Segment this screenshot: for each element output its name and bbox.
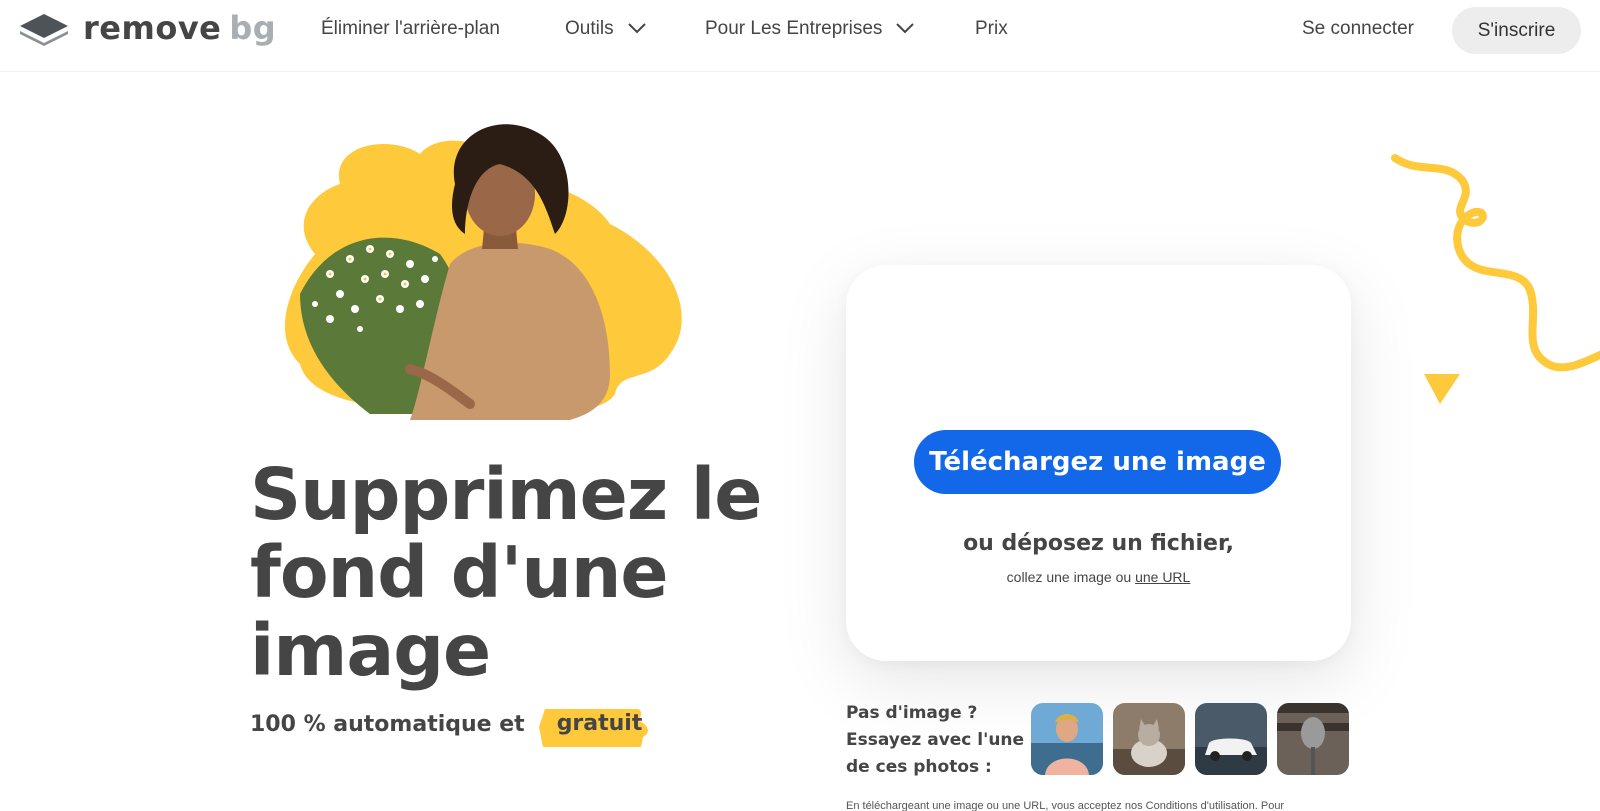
upload-card[interactable]: Téléchargez une image ou déposez un fich… xyxy=(846,265,1351,661)
logo-word-remove: remove xyxy=(83,9,222,47)
terms-text: En téléchargeant une image ou une URL, v… xyxy=(846,800,1285,811)
login-link[interactable]: Se connecter xyxy=(1302,18,1414,40)
chevron-down-icon xyxy=(896,18,915,40)
nav-pricing[interactable]: Prix xyxy=(975,18,1008,40)
free-badge: gratuit xyxy=(538,707,661,747)
sample-thumb-cat[interactable] xyxy=(1113,703,1185,775)
sample-thumb-car[interactable] xyxy=(1195,703,1267,775)
logo[interactable]: remove bg xyxy=(19,9,276,48)
url-link[interactable]: une URL xyxy=(1135,569,1190,585)
chevron-down-icon xyxy=(627,18,646,40)
nav-label: Prix xyxy=(975,18,1008,39)
paste-hint: collez une image ou une URL xyxy=(846,569,1351,585)
nav-tools[interactable]: Outils xyxy=(565,18,646,40)
upload-image-button[interactable]: Téléchargez une image xyxy=(914,430,1281,494)
nav-label: Éliminer l'arrière-plan xyxy=(321,18,500,39)
nav-label: Pour Les Entreprises xyxy=(705,18,883,39)
subline-prefix: 100 % automatique et xyxy=(250,712,525,737)
sample-thumb-person[interactable] xyxy=(1031,703,1103,775)
drop-file-text: ou déposez un fichier, xyxy=(963,531,1234,556)
hero-illustration xyxy=(270,114,700,420)
free-label: gratuit xyxy=(556,711,643,736)
squiggle-decoration xyxy=(1390,150,1600,385)
top-nav-bar: remove bg Éliminer l'arrière-plan Outils … xyxy=(0,0,1600,72)
sample-prompt: Pas d'image ? Essayez avec l'une de ces … xyxy=(846,703,1025,777)
nav-label: Outils xyxy=(565,18,614,39)
logo-text: remove bg xyxy=(83,9,276,47)
hero-subline: 100 % automatique et gratuit xyxy=(250,707,661,747)
hero-headline: Supprimez le fond d'une image xyxy=(250,453,762,692)
sample-thumb-microphone[interactable] xyxy=(1277,703,1349,775)
nav-remove-background[interactable]: Éliminer l'arrière-plan xyxy=(321,18,500,40)
signup-button[interactable]: S'inscrire xyxy=(1452,7,1581,54)
layers-logo-icon xyxy=(19,12,69,48)
triangle-decoration xyxy=(1422,372,1462,411)
logo-word-bg: bg xyxy=(229,9,277,47)
paste-prefix: collez une image ou xyxy=(1006,569,1132,585)
nav-business[interactable]: Pour Les Entreprises xyxy=(705,18,915,40)
